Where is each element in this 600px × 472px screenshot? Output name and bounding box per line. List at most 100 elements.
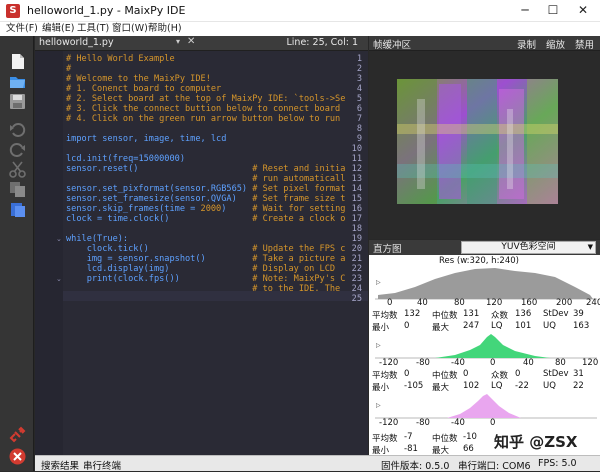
code-line[interactable]: sensor.skip_frames(time = 2000) # Wait f… — [66, 204, 345, 214]
v-max: 66 — [463, 444, 474, 454]
v-max-label: 最大 — [432, 446, 450, 455]
disable-button[interactable]: 禁用 — [575, 37, 594, 51]
open-folder-icon[interactable] — [9, 73, 26, 90]
title-bar: S helloworld_1.py - MaixPy IDE ─ ☐ ✕ — [0, 0, 600, 22]
u-tick-1: -80 — [416, 358, 430, 368]
maixpy-ide-window: S helloworld_1.py - MaixPy IDE ─ ☐ ✕ 文件(… — [0, 0, 600, 472]
code-line[interactable]: # 1. Conenct board to computer — [66, 84, 221, 94]
y-tick-6: 240 — [586, 298, 600, 308]
code-line[interactable]: # — [66, 64, 71, 74]
u-mean: 0 — [404, 369, 410, 379]
code-line[interactable]: lcd.init(freq=15000000) — [66, 154, 185, 164]
run-icon[interactable] — [9, 448, 26, 465]
code-token: 2000 — [200, 204, 222, 214]
menu-help[interactable]: 帮助(H) — [148, 22, 182, 36]
zoom-button[interactable]: 缩放 — [546, 37, 565, 51]
code-line[interactable]: import sensor, image, time, lcd — [66, 134, 226, 144]
line-number: 8 — [356, 124, 362, 134]
y-histogram: ▷ — [375, 268, 597, 300]
firmware-version: 固件版本: 0.5.0 — [381, 461, 450, 472]
code-line[interactable]: sensor.reset() # Reset and initia — [66, 164, 345, 174]
code-token: sensor.skip_frames(time = — [66, 204, 201, 214]
y-mean-label: 平均数 — [372, 311, 398, 321]
menu-edit[interactable]: 编辑(E) — [42, 22, 74, 36]
code-line[interactable]: # Welcome to the MaixPy IDE! — [66, 74, 211, 84]
code-editor[interactable]: 1 # Hello World Example 2 #3 # Welcome to th… — [35, 51, 368, 455]
code-line[interactable]: print(clock.fps()) # Note: MaixPy's C — [66, 274, 346, 284]
code-token: 15000000 — [138, 154, 180, 164]
y-tick-1: 40 — [417, 298, 428, 308]
copy-icon[interactable] — [9, 181, 26, 198]
v-median-label: 中位数 — [432, 434, 458, 444]
u-tick-6: 120 — [582, 358, 599, 368]
menu-window[interactable]: 窗口(W) — [112, 22, 148, 36]
menu-file[interactable]: 文件(F) — [6, 22, 38, 36]
svg-text:▷: ▷ — [376, 342, 381, 349]
code-token: # Take a picture a — [252, 254, 346, 264]
y-tick-0: 0 — [387, 298, 393, 308]
code-token: img = sensor.snapshot() — [66, 254, 253, 264]
fold-marker-icon[interactable]: ⌄ — [56, 274, 62, 284]
serial-terminal-tab[interactable]: 串行终端 — [83, 458, 121, 472]
fps-readout: FPS: 5.0 — [538, 458, 577, 469]
code-token: import — [66, 134, 98, 144]
left-toolbar — [0, 36, 34, 471]
code-line[interactable]: sensor.set_pixformat(sensor.RGB565) # Se… — [66, 184, 345, 194]
paste-icon[interactable] — [9, 201, 26, 218]
svg-text:▷: ▷ — [376, 402, 381, 409]
line-number: 9 — [356, 134, 362, 144]
u-tick-4: 40 — [523, 358, 534, 368]
code-line[interactable]: # 2. Select board at the top of MaixPy I… — [66, 94, 345, 104]
code-line[interactable]: # 4. Click on the green run arrow button… — [66, 114, 340, 124]
y-mode-label: 众数 — [491, 311, 509, 321]
close-tab-icon[interactable]: ✕ — [187, 36, 195, 47]
editor-tab-filename[interactable]: helloworld_1.py — [39, 37, 114, 48]
menu-tools[interactable]: 工具(T) — [77, 22, 109, 36]
color-space-select[interactable]: YUV色彩空间 ▼ — [461, 241, 596, 254]
redo-icon[interactable] — [9, 141, 26, 158]
code-token: ) — [221, 204, 253, 214]
v-min-label: 最小 — [372, 446, 390, 455]
window-title: helloworld_1.py - MaixPy IDE — [27, 4, 186, 17]
close-button[interactable]: ✕ — [568, 0, 598, 22]
code-line[interactable]: # 3. Click the connect buttion below to … — [66, 104, 340, 114]
chevron-down-icon[interactable]: ▾ — [176, 37, 180, 46]
u-stdev-label: StDev — [543, 369, 569, 379]
code-line[interactable]: while(True): — [66, 234, 128, 244]
u-median-label: 中位数 — [432, 371, 458, 381]
code-line[interactable]: # Hello World Example — [66, 54, 175, 64]
v-min: -81 — [404, 444, 418, 454]
u-tick-2: -40 — [451, 358, 465, 368]
fold-marker-icon[interactable]: ⌄ — [56, 234, 62, 244]
y-tick-5: 200 — [556, 298, 573, 308]
record-button[interactable]: 录制 — [517, 37, 536, 51]
new-file-icon[interactable] — [9, 53, 26, 70]
code-line[interactable]: lcd.display(img) # Display on LCD — [66, 264, 335, 274]
line-number: 4 — [356, 84, 362, 94]
frame-buffer-title: 帧缓冲区 — [373, 40, 412, 51]
undo-icon[interactable] — [9, 121, 26, 138]
code-line[interactable]: # to the IDE. The — [66, 284, 345, 294]
status-bar: 搜索结果 串行终端 固件版本: 0.5.0 串行端口: COM6 FPS: 5.… — [35, 455, 600, 472]
code-line[interactable]: clock = time.clock() # Create a clock o — [66, 214, 345, 224]
code-line[interactable]: img = sensor.snapshot() # Take a picture… — [66, 254, 346, 264]
u-mean-label: 平均数 — [372, 371, 398, 381]
u-mode-label: 众数 — [491, 371, 509, 381]
code-line[interactable]: sensor.set_framesize(sensor.QVGA) # Set … — [66, 194, 345, 204]
save-icon[interactable] — [9, 93, 26, 110]
watermark-text: 知乎 @ZSX — [494, 433, 578, 451]
code-line[interactable]: clock.tick() # Update the FPS c — [66, 244, 346, 254]
v-tick-1: -80 — [416, 418, 430, 428]
connect-icon[interactable] — [9, 426, 26, 443]
search-results-tab[interactable]: 搜索结果 — [41, 458, 79, 472]
code-token: sensor.set_pixformat(sensor.RGB565) — [66, 184, 253, 194]
cut-icon[interactable] — [9, 161, 26, 178]
line-number: 3 — [356, 74, 362, 84]
u-tick-3: 0 — [490, 358, 496, 368]
line-number: 18 — [351, 224, 362, 234]
u-median: 0 — [463, 369, 469, 379]
maximize-button[interactable]: ☐ — [538, 0, 568, 22]
minimize-button[interactable]: ─ — [510, 0, 540, 22]
code-line[interactable]: # run automaticall — [66, 174, 345, 184]
